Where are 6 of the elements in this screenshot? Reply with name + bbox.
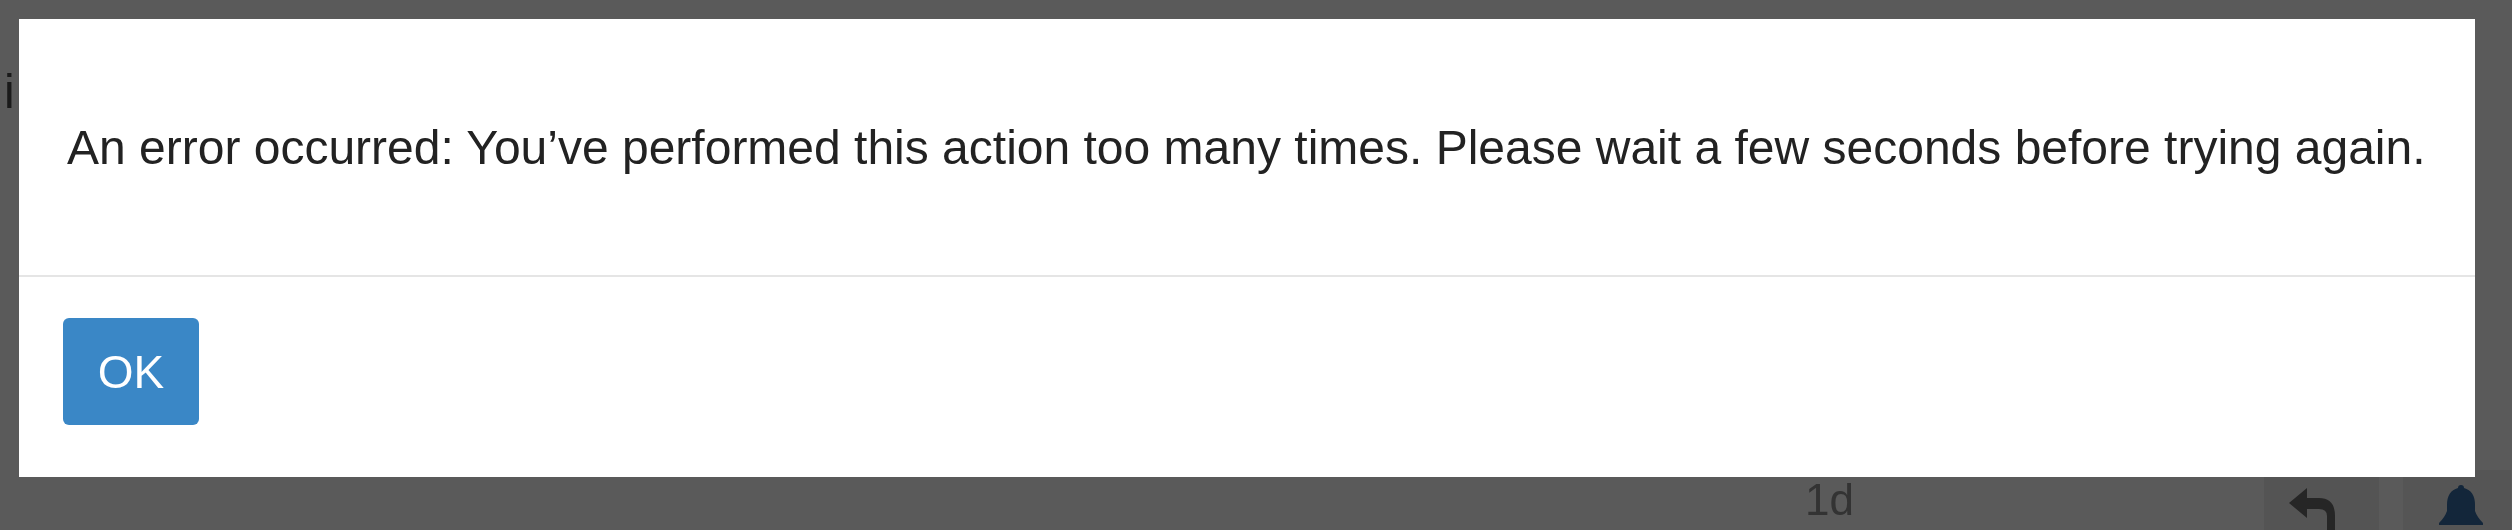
reply-icon — [2287, 486, 2336, 530]
ok-button[interactable]: OK — [63, 318, 199, 425]
page-text: i — [4, 64, 15, 120]
error-message: An error occurred: You’ve performed this action too many times. Please wait a few seconds before trying again. — [67, 119, 2426, 175]
bell-icon — [2438, 485, 2483, 525]
notifications-button[interactable] — [2402, 470, 2511, 530]
